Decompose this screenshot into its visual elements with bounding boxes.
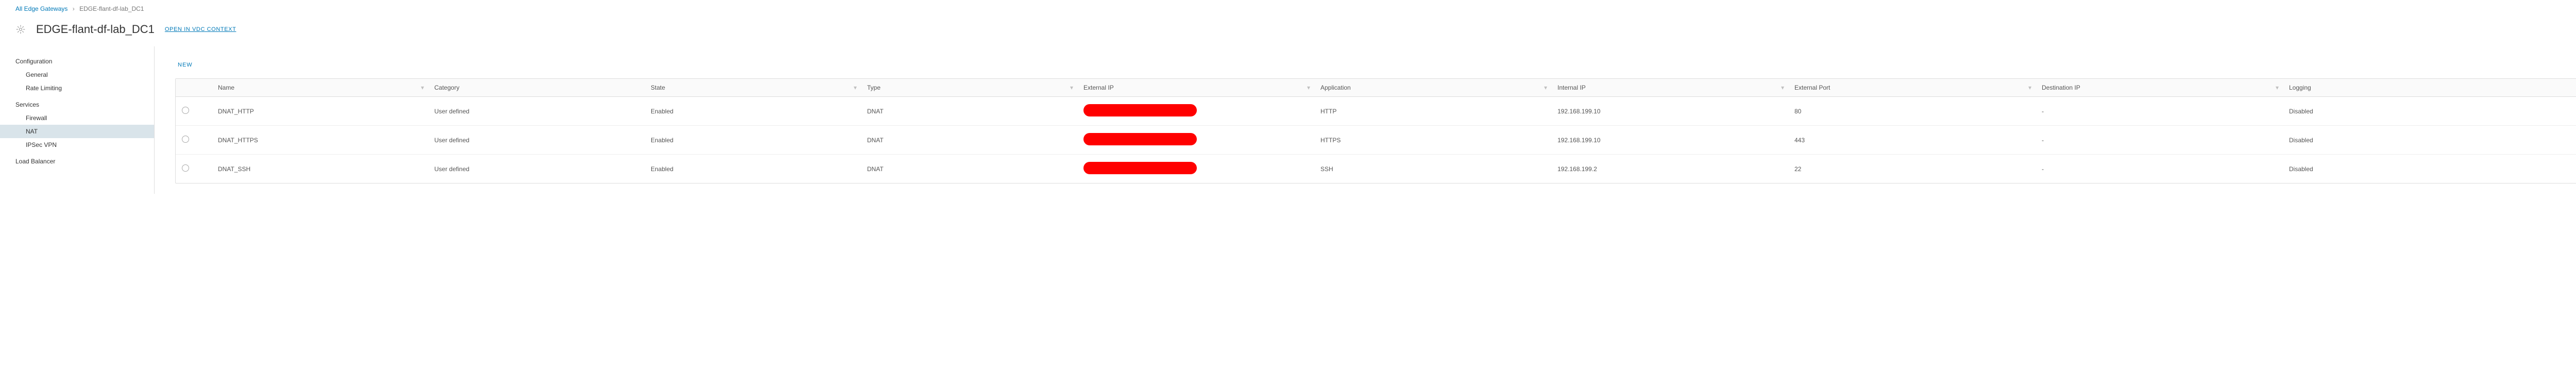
page: All Edge Gateways › EDGE-flant-df-lab_DC…: [0, 0, 2576, 367]
cell-name: DNAT_SSH: [212, 155, 428, 184]
sidebar-item-nat[interactable]: NAT: [0, 125, 154, 138]
col-application[interactable]: Application▾: [1314, 79, 1551, 97]
cell-internal-ip: 192.168.199.10: [1551, 97, 1788, 126]
table-header-row: Name▾ Category State▾ Type▾ External IP▾…: [176, 79, 2576, 97]
cell-logging: Disabled: [2283, 97, 2576, 126]
col-state[interactable]: State▾: [645, 79, 861, 97]
cell-state: Enabled: [645, 97, 861, 126]
cell-logging: Disabled: [2283, 126, 2576, 155]
main: NEW Name▾ Category State▾ Type▾: [155, 46, 2576, 194]
sidebar-item-rate-limiting[interactable]: Rate Limiting: [0, 81, 154, 95]
cell-state: Enabled: [645, 126, 861, 155]
table-row[interactable]: DNAT_SSHUser definedEnabledDNAT SSH192.16…: [176, 155, 2576, 184]
cell-destination-ip: -: [2036, 155, 2283, 184]
filter-icon[interactable]: ▾: [2276, 84, 2279, 91]
redacted-pill: [1083, 133, 1197, 145]
filter-icon[interactable]: ▾: [1307, 84, 1310, 91]
open-in-vdc-link[interactable]: OPEN IN VDC CONTEXT: [165, 26, 236, 32]
col-category[interactable]: Category: [428, 79, 645, 97]
cell-external-port: 443: [1788, 126, 2036, 155]
cell-type: DNAT: [861, 97, 1077, 126]
edge-gateway-icon: [15, 24, 26, 35]
cell-select[interactable]: [176, 155, 212, 184]
radio-icon[interactable]: [182, 164, 189, 172]
col-logging[interactable]: Logging▾: [2283, 79, 2576, 97]
sidebar-heading-load-balancer: Load Balancer: [0, 152, 154, 168]
cell-category: User defined: [428, 126, 645, 155]
filter-icon[interactable]: ▾: [1070, 84, 1073, 91]
filter-icon[interactable]: ▾: [1781, 84, 1784, 91]
cell-category: User defined: [428, 155, 645, 184]
sidebar-item-firewall[interactable]: Firewall: [0, 111, 154, 125]
table-row[interactable]: DNAT_HTTPUser definedEnabledDNAT HTTP192.…: [176, 97, 2576, 126]
cell-name: DNAT_HTTP: [212, 97, 428, 126]
cell-select[interactable]: [176, 97, 212, 126]
cell-name: DNAT_HTTPS: [212, 126, 428, 155]
sidebar-item-ipsec-vpn[interactable]: IPSec VPN: [0, 138, 154, 152]
cell-type: DNAT: [861, 155, 1077, 184]
sidebar-item-general[interactable]: General: [0, 68, 154, 81]
col-external-port[interactable]: External Port▾: [1788, 79, 2036, 97]
nat-rules-table: Name▾ Category State▾ Type▾ External IP▾…: [175, 78, 2576, 184]
filter-icon[interactable]: ▾: [2028, 84, 2031, 91]
cell-select[interactable]: [176, 126, 212, 155]
col-destination-ip[interactable]: Destination IP▾: [2036, 79, 2283, 97]
breadcrumb-root-link[interactable]: All Edge Gateways: [15, 5, 67, 12]
cell-external-ip: [1077, 97, 1314, 126]
sidebar-heading-configuration: Configuration: [0, 52, 154, 68]
cell-external-port: 80: [1788, 97, 2036, 126]
filter-icon[interactable]: ▾: [854, 84, 857, 91]
page-title: EDGE-flant-df-lab_DC1: [36, 23, 155, 36]
sidebar-heading-services: Services: [0, 95, 154, 111]
cell-destination-ip: -: [2036, 97, 2283, 126]
cell-logging: Disabled: [2283, 155, 2576, 184]
cell-type: DNAT: [861, 126, 1077, 155]
radio-icon[interactable]: [182, 107, 189, 114]
col-internal-ip[interactable]: Internal IP▾: [1551, 79, 1788, 97]
cell-state: Enabled: [645, 155, 861, 184]
cell-application: HTTP: [1314, 97, 1551, 126]
col-select: [176, 79, 212, 97]
filter-icon[interactable]: ▾: [1544, 84, 1547, 91]
title-row: EDGE-flant-df-lab_DC1 OPEN IN VDC CONTEX…: [0, 18, 2576, 46]
breadcrumb-separator: ›: [73, 5, 75, 12]
cell-internal-ip: 192.168.199.10: [1551, 126, 1788, 155]
cell-external-port: 22: [1788, 155, 2036, 184]
content: Configuration General Rate Limiting Serv…: [0, 46, 2576, 194]
new-button[interactable]: NEW: [175, 57, 195, 73]
col-type[interactable]: Type▾: [861, 79, 1077, 97]
sidebar: Configuration General Rate Limiting Serv…: [0, 46, 155, 194]
cell-application: SSH: [1314, 155, 1551, 184]
cell-destination-ip: -: [2036, 126, 2283, 155]
redacted-pill: [1083, 162, 1197, 174]
cell-internal-ip: 192.168.199.2: [1551, 155, 1788, 184]
radio-icon[interactable]: [182, 136, 189, 143]
table-row[interactable]: DNAT_HTTPSUser definedEnabledDNAT HTTPS19…: [176, 126, 2576, 155]
cell-category: User defined: [428, 97, 645, 126]
cell-application: HTTPS: [1314, 126, 1551, 155]
cell-external-ip: [1077, 155, 1314, 184]
breadcrumb: All Edge Gateways › EDGE-flant-df-lab_DC…: [0, 0, 2576, 18]
filter-icon[interactable]: ▾: [421, 84, 424, 91]
breadcrumb-current: EDGE-flant-df-lab_DC1: [79, 5, 144, 12]
col-external-ip[interactable]: External IP▾: [1077, 79, 1314, 97]
redacted-pill: [1083, 104, 1197, 116]
col-name[interactable]: Name▾: [212, 79, 428, 97]
cell-external-ip: [1077, 126, 1314, 155]
